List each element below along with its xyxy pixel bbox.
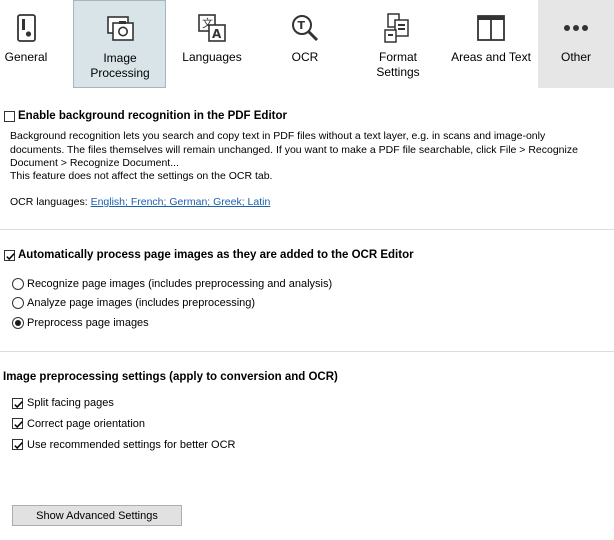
correct-orientation-label[interactable]: Correct page orientation (27, 417, 145, 431)
background-recognition-checkbox[interactable] (4, 111, 15, 122)
recognize-radio[interactable] (12, 278, 24, 290)
tab-areas-and-text[interactable]: Areas and Text (444, 0, 538, 88)
tab-label: Areas and Text (451, 50, 531, 64)
tab-label: Format Settings (376, 50, 420, 79)
preprocessing-heading: Image preprocessing settings (apply to c… (3, 371, 338, 383)
split-pages-checkbox[interactable] (12, 398, 23, 409)
background-recognition-label[interactable]: Enable background recognition in the PDF… (18, 109, 287, 123)
auto-process-label[interactable]: Automatically process page images as the… (18, 248, 414, 262)
ocr-languages-row: OCR languages: English; French; German; … (10, 195, 270, 209)
checkmark-icon (6, 253, 15, 261)
ocr-tab-note: This feature does not affect the setting… (10, 170, 273, 182)
tab-other[interactable]: Other (538, 0, 614, 88)
radio-dot (15, 320, 21, 326)
preprocess-label[interactable]: Preprocess page images (27, 316, 149, 330)
ocr-languages-label: OCR languages: (10, 196, 88, 208)
recognize-label[interactable]: Recognize page images (includes preproce… (27, 277, 332, 291)
more-dots-icon (560, 12, 592, 44)
section-divider (0, 229, 614, 230)
options-toolbar: General Image Processing 文 A Languages T… (0, 0, 614, 88)
analyze-label[interactable]: Analyze page images (includes preprocess… (27, 296, 255, 310)
tab-label: Image Processing (90, 51, 150, 80)
tab-label: General (4, 50, 48, 64)
window-areas-icon (475, 12, 507, 44)
auto-process-checkbox[interactable] (4, 250, 15, 261)
checkmark-icon (14, 421, 23, 429)
svg-text:T: T (298, 19, 306, 32)
section-divider (0, 351, 614, 352)
tab-format-settings[interactable]: Format Settings (352, 0, 444, 88)
svg-text:A: A (212, 27, 222, 41)
analyze-radio[interactable] (12, 297, 24, 309)
tab-label: Other (560, 50, 591, 64)
recommended-settings-checkbox[interactable] (12, 439, 23, 450)
tab-general[interactable]: General (0, 0, 52, 88)
recommended-settings-label[interactable]: Use recommended settings for better OCR (27, 438, 235, 452)
split-pages-label[interactable]: Split facing pages (27, 396, 114, 410)
toggle-switch-icon (10, 12, 42, 44)
tab-label: Languages (182, 50, 242, 64)
background-recognition-description: Background recognition lets you search a… (10, 130, 578, 169)
ocr-languages-link[interactable]: English; French; German; Greek; Latin (91, 196, 271, 208)
translate-icon: 文 A (196, 12, 228, 44)
preprocess-radio[interactable] (12, 317, 24, 329)
checkmark-icon (14, 401, 23, 409)
tab-languages[interactable]: 文 A Languages (166, 0, 258, 88)
format-documents-icon (382, 12, 414, 44)
correct-orientation-checkbox[interactable] (12, 418, 23, 429)
show-advanced-settings-button[interactable]: Show Advanced Settings (12, 505, 182, 526)
image-camera-icon (104, 13, 136, 45)
checkmark-icon (14, 442, 23, 450)
magnifier-text-icon: T (289, 12, 321, 44)
tab-image-processing[interactable]: Image Processing (73, 0, 166, 88)
tab-ocr[interactable]: T OCR (258, 0, 352, 88)
tab-label: OCR (291, 50, 319, 64)
